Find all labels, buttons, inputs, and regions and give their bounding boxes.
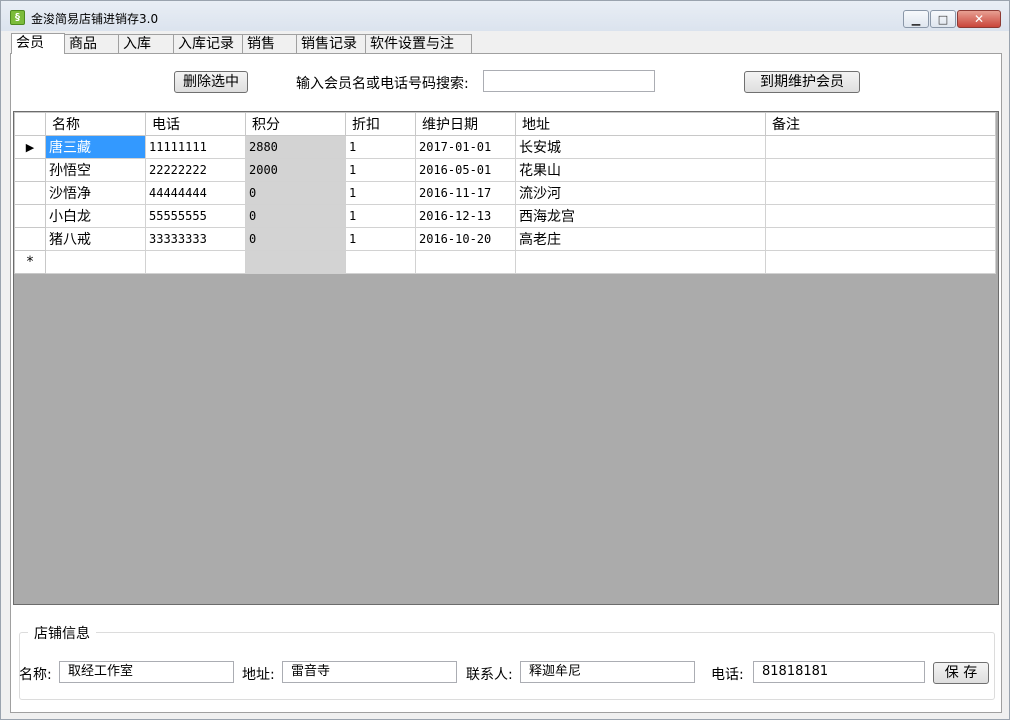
row-header[interactable] — [14, 227, 46, 251]
tab-products[interactable]: 商品 — [64, 34, 119, 54]
table-row[interactable]: 孙悟空 22222222 2000 1 2016-05-01 花果山 — [14, 158, 996, 182]
shop-address-label: 地址: — [242, 667, 275, 683]
search-label: 输入会员名或电话号码搜索: — [296, 76, 469, 92]
minimize-button[interactable]: ▁ — [903, 10, 929, 28]
row-header[interactable] — [14, 181, 46, 205]
cell-phone[interactable]: 55555555 — [145, 204, 246, 228]
member-search-input[interactable] — [483, 70, 655, 92]
contact-label: 联系人: — [466, 667, 513, 683]
cell-discount[interactable]: 1 — [345, 158, 416, 182]
cell-phone[interactable]: 11111111 — [145, 135, 246, 159]
cell-address[interactable]: 西海龙宫 — [515, 204, 766, 228]
tab-stock-in[interactable]: 入库 — [118, 34, 174, 54]
grid-header-row: 名称 电话 积分 折扣 维护日期 地址 备注 — [14, 112, 996, 136]
shop-name-label: 名称: — [19, 667, 52, 683]
members-table: 名称 电话 积分 折扣 维护日期 地址 备注 ▶ 唐三藏 11111111 28 — [14, 112, 996, 274]
contact-field[interactable]: 释迦牟尼 — [520, 661, 695, 683]
cell-maintenance-date[interactable]: 2016-10-20 — [415, 227, 516, 251]
members-tab-page: 删除选中 输入会员名或电话号码搜索: 到期维护会员 名称 电话 积分 折扣 维护… — [10, 53, 1002, 713]
cell-address[interactable]: 长安城 — [515, 135, 766, 159]
cell-discount[interactable]: 1 — [345, 204, 416, 228]
column-header-notes[interactable]: 备注 — [765, 112, 996, 136]
shop-address-field[interactable]: 雷音寺 — [282, 661, 457, 683]
new-cell-name[interactable] — [45, 250, 146, 274]
cell-name[interactable]: 唐三藏 — [45, 135, 146, 159]
cell-points[interactable]: 0 — [245, 227, 346, 251]
column-header-points[interactable]: 积分 — [245, 112, 346, 136]
tab-sales-records[interactable]: 销售记录 — [296, 34, 366, 54]
tab-settings-registration[interactable]: 软件设置与注册 — [365, 34, 472, 71]
cell-notes[interactable] — [765, 204, 996, 228]
cell-maintenance-date[interactable]: 2016-11-17 — [415, 181, 516, 205]
app-window: § 金浚简易店铺进销存3.0 ▁ □ ✕ 会员 商品 入库 入库记录 销售 销售… — [0, 0, 1010, 720]
new-row-indicator[interactable]: * — [14, 250, 46, 274]
phone-label: 电话: — [711, 667, 744, 683]
new-cell-address[interactable] — [515, 250, 766, 274]
maximize-button[interactable]: □ — [930, 10, 956, 28]
cell-address[interactable]: 花果山 — [515, 158, 766, 182]
column-header-maintenance-date[interactable]: 维护日期 — [415, 112, 516, 136]
table-row[interactable]: 沙悟净 44444444 0 1 2016-11-17 流沙河 — [14, 181, 996, 205]
column-header-phone[interactable]: 电话 — [145, 112, 246, 136]
cell-points[interactable]: 0 — [245, 181, 346, 205]
cell-points[interactable]: 0 — [245, 204, 346, 228]
tab-members[interactable]: 会员 — [11, 33, 65, 54]
cell-notes[interactable] — [765, 135, 996, 159]
cell-name[interactable]: 猪八戒 — [45, 227, 146, 251]
new-cell-phone[interactable] — [145, 250, 246, 274]
cell-phone[interactable]: 44444444 — [145, 181, 246, 205]
cell-discount[interactable]: 1 — [345, 135, 416, 159]
cell-name[interactable]: 沙悟净 — [45, 181, 146, 205]
cell-address[interactable]: 高老庄 — [515, 227, 766, 251]
cell-name[interactable]: 孙悟空 — [45, 158, 146, 182]
members-grid[interactable]: 名称 电话 积分 折扣 维护日期 地址 备注 ▶ 唐三藏 11111111 28 — [13, 111, 999, 605]
new-row[interactable]: * — [14, 250, 996, 274]
table-row[interactable]: 猪八戒 33333333 0 1 2016-10-20 高老庄 — [14, 227, 996, 251]
app-icon: § — [10, 10, 25, 25]
phone-field[interactable]: 81818181 — [753, 661, 925, 683]
cell-notes[interactable] — [765, 181, 996, 205]
row-header-corner — [14, 112, 46, 136]
cell-maintenance-date[interactable]: 2016-05-01 — [415, 158, 516, 182]
tab-strip: 会员 商品 入库 入库记录 销售 销售记录 软件设置与注册 — [11, 33, 472, 71]
cell-maintenance-date[interactable]: 2017-01-01 — [415, 135, 516, 159]
expiring-members-button[interactable]: 到期维护会员 — [744, 71, 860, 93]
cell-name[interactable]: 小白龙 — [45, 204, 146, 228]
cell-notes[interactable] — [765, 227, 996, 251]
tab-stock-in-records[interactable]: 入库记录 — [173, 34, 243, 54]
save-button[interactable]: 保 存 — [933, 662, 989, 684]
cell-discount[interactable]: 1 — [345, 181, 416, 205]
new-cell-points[interactable] — [245, 250, 346, 274]
shop-name-field[interactable]: 取经工作室 — [59, 661, 234, 683]
tab-sales[interactable]: 销售 — [242, 34, 297, 54]
delete-selected-button[interactable]: 删除选中 — [174, 71, 248, 93]
cell-discount[interactable]: 1 — [345, 227, 416, 251]
shop-info-legend: 店铺信息 — [28, 623, 96, 643]
cell-points[interactable]: 2880 — [245, 135, 346, 159]
window-title: 金浚简易店铺进销存3.0 — [31, 12, 159, 26]
current-row-indicator[interactable]: ▶ — [14, 135, 46, 159]
cell-notes[interactable] — [765, 158, 996, 182]
table-row[interactable]: 小白龙 55555555 0 1 2016-12-13 西海龙宫 — [14, 204, 996, 228]
new-cell-maintenance-date[interactable] — [415, 250, 516, 274]
new-cell-notes[interactable] — [765, 250, 996, 274]
title-bar[interactable]: § 金浚简易店铺进销存3.0 ▁ □ ✕ — [1, 1, 1009, 31]
cell-points[interactable]: 2000 — [245, 158, 346, 182]
new-cell-discount[interactable] — [345, 250, 416, 274]
column-header-address[interactable]: 地址 — [515, 112, 766, 136]
cell-maintenance-date[interactable]: 2016-12-13 — [415, 204, 516, 228]
table-row[interactable]: ▶ 唐三藏 11111111 2880 1 2017-01-01 长安城 — [14, 135, 996, 159]
cell-phone[interactable]: 33333333 — [145, 227, 246, 251]
column-header-name[interactable]: 名称 — [45, 112, 146, 136]
close-button[interactable]: ✕ — [957, 10, 1001, 28]
column-header-discount[interactable]: 折扣 — [345, 112, 416, 136]
cell-address[interactable]: 流沙河 — [515, 181, 766, 205]
row-header[interactable] — [14, 158, 46, 182]
cell-phone[interactable]: 22222222 — [145, 158, 246, 182]
window-controls: ▁ □ ✕ — [902, 10, 1001, 28]
row-header[interactable] — [14, 204, 46, 228]
